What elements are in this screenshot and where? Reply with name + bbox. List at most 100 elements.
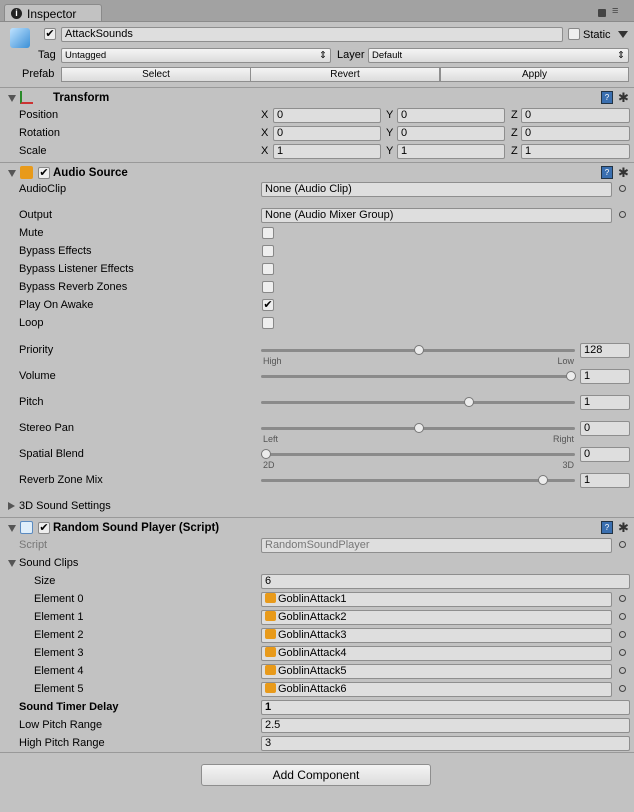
x-axis-label: X xyxy=(261,127,269,139)
x-axis-label: X xyxy=(261,109,269,121)
object-picker-icon[interactable] xyxy=(619,185,626,192)
component-title: Transform xyxy=(53,92,110,104)
slider-track[interactable] xyxy=(261,375,575,378)
x-input[interactable]: 0 xyxy=(273,108,381,123)
slider-value-input[interactable]: 0 xyxy=(580,447,630,462)
slider-value-input[interactable]: 0 xyxy=(580,421,630,436)
value-input[interactable]: 3 xyxy=(261,736,630,751)
prefab-select-button[interactable]: Select xyxy=(61,67,251,82)
toggle-label: Bypass Effects xyxy=(19,245,92,257)
slider-value-input[interactable]: 1 xyxy=(580,369,630,384)
name-input[interactable]: AttackSounds xyxy=(61,27,563,42)
script-field[interactable]: RandomSoundPlayer xyxy=(261,538,612,553)
layer-dropdown[interactable]: Default ⇕ xyxy=(368,48,629,63)
active-checkbox[interactable]: ✔ xyxy=(44,28,56,40)
y-axis-label: Y xyxy=(386,127,394,139)
slider-track[interactable] xyxy=(261,479,575,482)
object-picker-icon[interactable] xyxy=(619,541,626,548)
slider-max-label: 3D xyxy=(562,460,574,470)
element-field[interactable]: GoblinAttack3 xyxy=(261,628,612,643)
slider-thumb[interactable] xyxy=(413,423,424,433)
z-input[interactable]: 1 xyxy=(521,144,630,159)
audio-clip-icon xyxy=(265,593,276,603)
element-label: Element 3 xyxy=(34,647,84,659)
object-picker-icon[interactable] xyxy=(619,613,626,620)
toggle-checkbox[interactable] xyxy=(262,317,274,329)
tag-dropdown[interactable]: Untagged ⇕ xyxy=(61,48,331,63)
output-field[interactable]: None (Audio Mixer Group) xyxy=(261,208,612,223)
element-field[interactable]: GoblinAttack1 xyxy=(261,592,612,607)
object-picker-icon[interactable] xyxy=(619,631,626,638)
slider-label: Priority xyxy=(19,344,54,356)
component-enabled-checkbox[interactable]: ✔ xyxy=(38,522,50,534)
toggle-checkbox[interactable] xyxy=(262,263,274,275)
component-enabled-checkbox[interactable]: ✔ xyxy=(38,167,50,179)
tab-title: Inspector xyxy=(27,7,77,21)
slider-min-label: High xyxy=(263,356,282,366)
slider-track[interactable] xyxy=(261,453,575,456)
gear-icon[interactable]: ✱ xyxy=(618,166,629,179)
element-field[interactable]: GoblinAttack5 xyxy=(261,664,612,679)
element-field[interactable]: GoblinAttack4 xyxy=(261,646,612,661)
z-axis-label: Z xyxy=(511,109,518,121)
element-label: Element 5 xyxy=(34,683,84,695)
toggle-checkbox[interactable] xyxy=(262,245,274,257)
element-label: Element 4 xyxy=(34,665,84,677)
value-input[interactable]: 1 xyxy=(261,700,630,715)
audioclip-field[interactable]: None (Audio Clip) xyxy=(261,182,612,197)
field-label: AudioClip xyxy=(19,183,67,195)
y-input[interactable]: 0 xyxy=(397,126,505,141)
help-book-icon[interactable]: ? xyxy=(601,166,613,179)
slider-value-input[interactable]: 1 xyxy=(580,473,630,488)
add-component-button[interactable]: Add Component xyxy=(201,764,431,786)
y-input[interactable]: 0 xyxy=(397,108,505,123)
y-axis-label: Y xyxy=(386,109,394,121)
layer-value: Default xyxy=(372,50,403,61)
prefab-revert-button[interactable]: Revert xyxy=(250,67,440,82)
slider-value-input[interactable]: 128 xyxy=(580,343,630,358)
foldout-arrow-icon[interactable] xyxy=(8,560,16,567)
static-dropdown-icon[interactable] xyxy=(618,31,628,38)
element-value: GoblinAttack4 xyxy=(278,647,347,659)
toggle-label: Mute xyxy=(19,227,44,239)
object-picker-icon[interactable] xyxy=(619,211,626,218)
toggle-checkbox[interactable]: ✔ xyxy=(262,299,274,311)
foldout-arrow-icon[interactable] xyxy=(8,502,15,510)
size-input[interactable]: 6 xyxy=(261,574,630,589)
gear-icon[interactable]: ✱ xyxy=(618,91,629,104)
prefab-apply-button[interactable]: Apply xyxy=(440,67,629,82)
object-picker-icon[interactable] xyxy=(619,595,626,602)
help-book-icon[interactable]: ? xyxy=(601,521,613,534)
element-label: Element 2 xyxy=(34,629,84,641)
object-picker-icon[interactable] xyxy=(619,685,626,692)
z-input[interactable]: 0 xyxy=(521,126,630,141)
foldout-arrow-icon[interactable] xyxy=(8,170,16,177)
foldout-arrow-icon[interactable] xyxy=(8,95,16,102)
foldout-arrow-icon[interactable] xyxy=(8,525,16,532)
slider-min-label: 2D xyxy=(263,460,275,470)
slider-thumb[interactable] xyxy=(566,371,576,381)
static-checkbox[interactable] xyxy=(568,28,580,40)
divider xyxy=(0,752,634,753)
slider-value-input[interactable]: 1 xyxy=(580,395,630,410)
menu-icon[interactable]: ≡ xyxy=(612,5,618,17)
lock-icon[interactable] xyxy=(598,9,606,17)
x-input[interactable]: 1 xyxy=(273,144,381,159)
object-picker-icon[interactable] xyxy=(619,667,626,674)
y-input[interactable]: 1 xyxy=(397,144,505,159)
static-label: Static xyxy=(583,29,611,41)
slider-label: Stereo Pan xyxy=(19,422,75,434)
slider-thumb[interactable] xyxy=(413,345,424,355)
slider-track[interactable] xyxy=(261,401,575,404)
gear-icon[interactable]: ✱ xyxy=(618,521,629,534)
x-input[interactable]: 0 xyxy=(273,126,381,141)
y-axis-label: Y xyxy=(386,145,394,157)
toggle-checkbox[interactable] xyxy=(262,227,274,239)
toggle-checkbox[interactable] xyxy=(262,281,274,293)
help-book-icon[interactable]: ? xyxy=(601,91,613,104)
element-field[interactable]: GoblinAttack6 xyxy=(261,682,612,697)
element-field[interactable]: GoblinAttack2 xyxy=(261,610,612,625)
z-input[interactable]: 0 xyxy=(521,108,630,123)
object-picker-icon[interactable] xyxy=(619,649,626,656)
value-input[interactable]: 2.5 xyxy=(261,718,630,733)
